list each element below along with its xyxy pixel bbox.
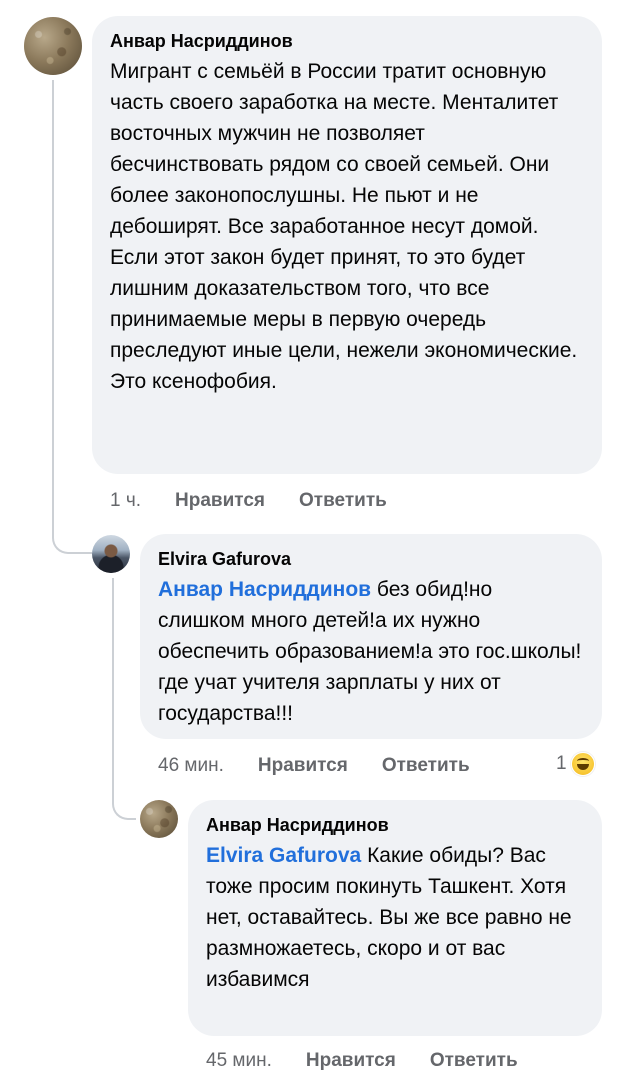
comment-timestamp[interactable]: 46 мин. [158, 754, 224, 778]
comment-bubble: Elvira Gafurova Анвар Насриддинов без об… [140, 534, 602, 739]
thread-line-main [52, 80, 54, 520]
reply-button[interactable]: Ответить [430, 1049, 518, 1073]
comment-actions: 46 мин. Нравится Ответить [158, 754, 470, 778]
like-button[interactable]: Нравится [175, 489, 265, 513]
comment-bubble: Анвар Насриддинов Мигрант с семьёй в Рос… [92, 16, 602, 474]
avatar[interactable] [92, 535, 130, 573]
reaction-count: 1 [556, 753, 567, 774]
haha-emoji-icon [570, 752, 595, 776]
reaction-summary[interactable]: 1 [556, 752, 595, 776]
comment-bubble: Анвар Насриддинов Elvira Gafurova Какие … [188, 800, 602, 1036]
comment-author[interactable]: Анвар Насриддинов [110, 30, 584, 52]
comment-text: Мигрант с семьёй в России тратит основну… [110, 60, 578, 393]
like-button[interactable]: Нравится [306, 1049, 396, 1073]
comment-actions: 1 ч. Нравится Ответить [110, 489, 387, 513]
avatar[interactable] [140, 800, 178, 838]
comment-actions: 45 мин. Нравится Ответить [206, 1049, 518, 1073]
comment-timestamp[interactable]: 45 мин. [206, 1049, 272, 1073]
comment-author[interactable]: Анвар Насриддинов [206, 814, 584, 836]
comment-text: Elvira Gafurova Какие обиды? Вас тоже пр… [206, 840, 584, 995]
reply-button[interactable]: Ответить [382, 754, 470, 778]
reply-button[interactable]: Ответить [299, 489, 387, 513]
thread-connector-reply-1 [52, 520, 92, 554]
mention-link[interactable]: Elvira Gafurova [206, 844, 361, 867]
comment-author[interactable]: Elvira Gafurova [158, 548, 584, 570]
thread-connector-reply-2 [112, 788, 136, 820]
mention-link[interactable]: Анвар Насриддинов [158, 578, 371, 601]
like-button[interactable]: Нравится [258, 754, 348, 778]
comment-timestamp[interactable]: 1 ч. [110, 489, 141, 513]
avatar[interactable] [24, 17, 82, 75]
thread-line-reply [112, 578, 114, 788]
comment-text: Анвар Насриддинов без обид!но слишком мн… [158, 574, 584, 729]
